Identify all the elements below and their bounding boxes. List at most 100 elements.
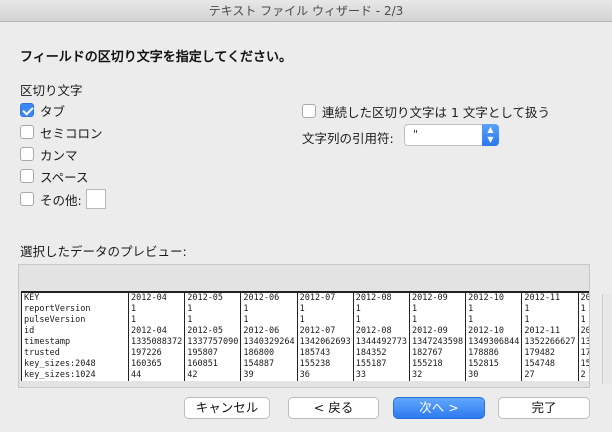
consecutive-checkbox-label: 連続した区切り文字は 1 文字として扱う <box>322 104 551 120</box>
table-cell: 2012-09 <box>408 291 466 304</box>
table-cell: 13 <box>577 337 589 348</box>
table-row: pulseVersion 1 1 1 1 1 1 1 1 1 <box>20 315 589 326</box>
table-cell: 1344492773 <box>352 337 410 348</box>
table-cell: 2012-09 <box>408 326 466 337</box>
table-row: timestamp 1335088372 1337757090 1340329264 1… <box>20 337 589 348</box>
table-cell: 1340329264 <box>240 337 298 348</box>
window-titlebar: テキスト ファイル ウィザード - 2/3 <box>0 0 612 22</box>
vertical-scrollbar[interactable] <box>602 294 612 384</box>
table-cell: key_sizes:2048 <box>20 359 129 370</box>
back-button[interactable]: < 戻る <box>288 397 379 419</box>
table-cell: 1 <box>352 315 410 326</box>
table-cell: 197226 <box>128 348 185 359</box>
table-cell: 1 <box>184 304 241 315</box>
consecutive-checkbox[interactable] <box>302 104 316 118</box>
table-cell: 152815 <box>465 359 522 370</box>
table-row: trusted 197226 195807 186800 185743 184352 182… <box>20 348 589 359</box>
comma-checkbox-row[interactable]: カンマ <box>20 145 78 163</box>
table-cell: 2012-06 <box>240 291 298 304</box>
space-checkbox-row[interactable]: スペース <box>20 167 89 185</box>
table-cell: 1 <box>521 304 579 315</box>
comma-checkbox-label: カンマ <box>40 147 78 163</box>
table-cell: 2012-08 <box>352 291 410 304</box>
text-qualifier-select[interactable]: " ▲ ▼ <box>404 124 499 146</box>
delimiters-group-label: 区切り文字 <box>20 83 83 98</box>
table-cell: 2012-04 <box>128 326 185 337</box>
table-cell: 1 <box>465 315 522 326</box>
finish-button[interactable]: 完了 <box>498 397 590 419</box>
consecutive-checkbox-row[interactable]: 連続した区切り文字は 1 文字として扱う <box>302 102 550 120</box>
table-cell: 185743 <box>296 348 354 359</box>
space-checkbox-label: スペース <box>40 169 89 185</box>
table-cell: id <box>20 326 129 337</box>
table-cell: 36 <box>296 370 354 381</box>
semicolon-checkbox-label: セミコロン <box>40 125 103 141</box>
table-cell: 1 <box>240 315 298 326</box>
table-cell: 39 <box>240 370 298 381</box>
table-cell: 1335088372 <box>128 337 185 348</box>
table-cell: key_sizes:1024 <box>20 370 129 381</box>
data-preview[interactable]: KEY 2012-04 2012-05 2012-06 2012-07 2012-08 20… <box>18 264 590 388</box>
table-cell: pulseVersion <box>20 315 129 326</box>
other-checkbox-row[interactable]: その他: <box>20 188 106 210</box>
semicolon-checkbox-row[interactable]: セミコロン <box>20 123 103 141</box>
table-cell: 186800 <box>240 348 298 359</box>
tab-checkbox-label: タブ <box>40 103 66 119</box>
next-button[interactable]: 次へ > <box>393 397 485 419</box>
table-cell: 2012-10 <box>465 326 522 337</box>
other-delimiter-input[interactable] <box>85 189 106 209</box>
table-cell: 1347243598 <box>408 337 466 348</box>
table-cell: 2012-05 <box>184 291 241 304</box>
table-row: KEY 2012-04 2012-05 2012-06 2012-07 2012-08 20… <box>20 291 589 304</box>
cancel-button[interactable]: キャンセル <box>184 397 270 419</box>
window-title: テキスト ファイル ウィザード - 2/3 <box>208 4 404 18</box>
table-cell: 154748 <box>521 359 579 370</box>
table-cell: 1 <box>296 304 354 315</box>
other-checkbox-label: その他: <box>40 192 82 208</box>
semicolon-checkbox[interactable] <box>20 125 34 139</box>
table-cell: 2012-04 <box>128 291 185 304</box>
table-row: id 2012-04 2012-05 2012-06 2012-07 2012-08 201… <box>20 326 589 337</box>
table-cell: 155218 <box>408 359 466 370</box>
space-checkbox[interactable] <box>20 169 34 183</box>
comma-checkbox[interactable] <box>20 147 34 161</box>
table-cell: trusted <box>20 348 129 359</box>
table-cell: timestamp <box>20 337 129 348</box>
table-cell: 1352266627 <box>521 337 579 348</box>
instruction-heading: フィールドの区切り文字を指定してください。 <box>20 50 292 65</box>
tab-checkbox-row[interactable]: タブ <box>20 101 65 119</box>
table-cell: 2012-11 <box>521 326 579 337</box>
table-cell: 1 <box>465 304 522 315</box>
tab-checkbox[interactable] <box>20 103 34 117</box>
table-cell: 1 <box>521 315 579 326</box>
table-cell: 17 <box>577 348 589 359</box>
table-cell: 1 <box>352 304 410 315</box>
table-cell: 160851 <box>184 359 241 370</box>
table-cell: 30 <box>465 370 522 381</box>
table-row: key_sizes:1024 44 42 39 36 33 32 30 27 2 <box>20 370 589 381</box>
table-cell: 1 <box>408 315 466 326</box>
preview-label: 選択したデータのプレビュー: <box>20 244 187 259</box>
table-cell: KEY <box>20 291 129 304</box>
table-cell: 2012-08 <box>352 326 410 337</box>
table-cell: 182767 <box>408 348 466 359</box>
table-cell: 1 <box>184 315 241 326</box>
table-cell: 27 <box>521 370 579 381</box>
table-cell: 160365 <box>128 359 185 370</box>
table-cell: 33 <box>352 370 410 381</box>
table-cell: 44 <box>128 370 185 381</box>
table-cell: 2012-11 <box>521 291 579 304</box>
table-cell: 15 <box>577 359 589 370</box>
table-cell: 195807 <box>184 348 241 359</box>
table-cell: 32 <box>408 370 466 381</box>
other-checkbox[interactable] <box>20 192 34 206</box>
table-cell: 1 <box>408 304 466 315</box>
table-cell: 155238 <box>296 359 354 370</box>
table-cell: 2012-07 <box>296 326 354 337</box>
table-cell: 184352 <box>352 348 410 359</box>
table-cell: 1 <box>128 315 185 326</box>
table-cell: 2012-10 <box>465 291 522 304</box>
table-cell: 1 <box>128 304 185 315</box>
table-cell: 178886 <box>465 348 522 359</box>
table-cell: 155187 <box>352 359 410 370</box>
